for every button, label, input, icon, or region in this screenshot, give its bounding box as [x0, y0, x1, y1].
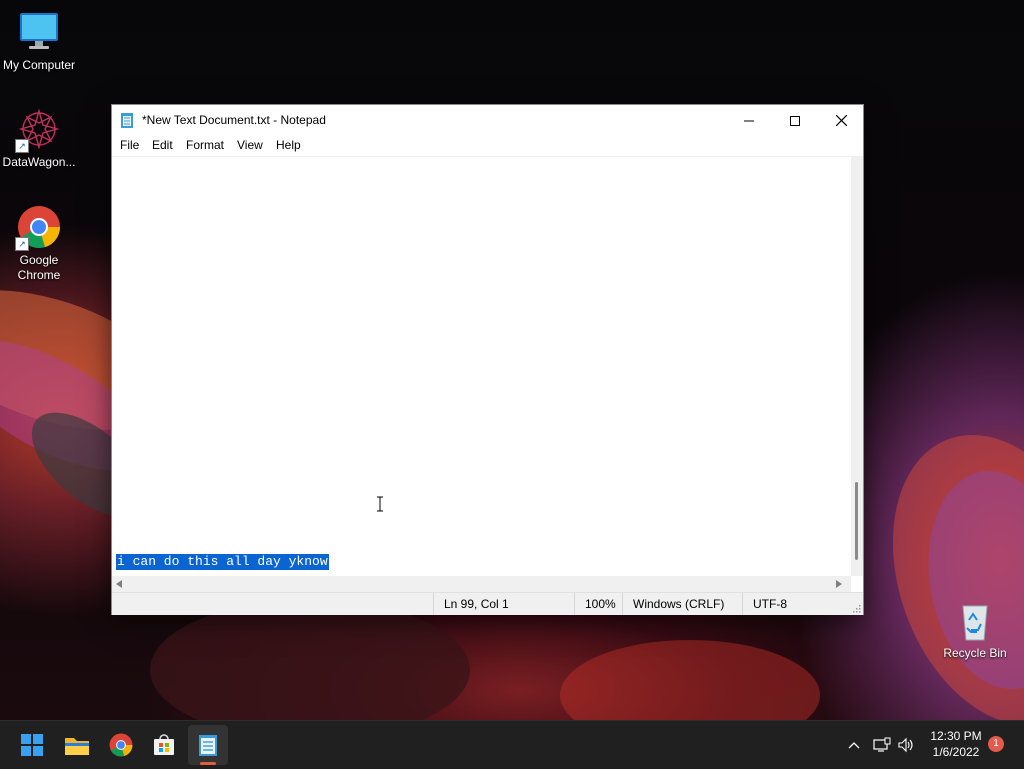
desktop-icon-my-computer[interactable]: My Computer	[0, 10, 78, 73]
close-button[interactable]	[818, 105, 864, 136]
minimize-icon	[744, 120, 754, 121]
desktop-icon-datawagon[interactable]: ↗ DataWagon...	[0, 107, 78, 170]
taskbar: 12:30 PM 1/6/2022	[0, 720, 1024, 769]
show-hidden-icons-button[interactable]	[844, 735, 864, 755]
notepad-icon	[199, 735, 217, 756]
maximize-button[interactable]	[772, 105, 818, 136]
minimize-button[interactable]	[726, 105, 772, 136]
notification-badge[interactable]: 1	[988, 736, 1004, 752]
desktop-icon-label: DataWagon...	[2, 155, 76, 169]
selected-text-line[interactable]: i can do this all day yknow	[116, 554, 329, 570]
resize-grip-icon[interactable]	[852, 604, 861, 613]
status-encoding: UTF-8	[742, 593, 813, 615]
desktop-icon-label: Recycle Bin	[943, 646, 1007, 660]
desktop-icon-label: Google Chrome	[17, 253, 61, 282]
speaker-icon	[898, 737, 913, 753]
clock-date: 1/6/2022	[932, 745, 980, 759]
desktop-icon-google-chrome[interactable]: ↗ Google Chrome	[0, 205, 78, 283]
clock-time: 12:30 PM	[930, 729, 982, 743]
title-bar[interactable]: *New Text Document.txt - Notepad	[112, 105, 863, 136]
status-zoom: 100%	[574, 593, 625, 615]
vertical-scrollbar-thumb[interactable]	[855, 482, 858, 560]
recycle-bin-icon	[953, 598, 997, 642]
horizontal-scrollbar[interactable]	[112, 576, 851, 592]
monitor-icon	[17, 10, 61, 54]
taskbar-notepad[interactable]	[188, 725, 228, 765]
menu-view[interactable]: View	[237, 138, 263, 152]
datawagon-icon: ↗	[15, 107, 61, 153]
network-icon	[873, 737, 891, 752]
scroll-right-icon[interactable]	[836, 580, 842, 588]
status-cursor-position: Ln 99, Col 1	[433, 593, 574, 615]
windows-logo-icon	[21, 734, 43, 756]
start-button[interactable]	[12, 725, 52, 765]
notepad-icon	[121, 112, 133, 128]
menu-bar: File Edit Format View Help	[112, 136, 863, 156]
system-clock[interactable]: 12:30 PM 1/6/2022	[920, 728, 992, 760]
window-title: *New Text Document.txt - Notepad	[142, 113, 326, 127]
taskbar-file-explorer[interactable]	[57, 725, 97, 765]
scroll-left-icon[interactable]	[116, 580, 122, 588]
text-editor-area[interactable]: i can do this all day yknow	[112, 156, 851, 577]
status-line-ending: Windows (CRLF)	[622, 593, 733, 615]
taskbar-store[interactable]	[144, 725, 184, 765]
store-icon	[154, 734, 174, 755]
chrome-icon: ↗	[15, 205, 61, 251]
vertical-scrollbar[interactable]	[851, 156, 863, 576]
desktop-icon-recycle-bin[interactable]: Recycle Bin	[936, 598, 1014, 661]
menu-file[interactable]: File	[120, 138, 139, 152]
active-app-indicator	[200, 762, 216, 765]
desktop-icon-label: My Computer	[2, 58, 76, 72]
shortcut-arrow-icon: ↗	[15, 139, 29, 153]
volume-button[interactable]	[896, 735, 916, 755]
menu-edit[interactable]: Edit	[152, 138, 173, 152]
chrome-icon	[109, 733, 133, 757]
folder-icon	[65, 738, 89, 755]
menu-format[interactable]: Format	[186, 138, 224, 152]
notepad-window[interactable]: *New Text Document.txt - Notepad File Ed…	[111, 104, 864, 615]
shortcut-arrow-icon: ↗	[15, 237, 29, 251]
text-cursor-icon	[377, 496, 383, 512]
close-icon	[835, 115, 847, 126]
network-button[interactable]	[872, 735, 892, 755]
chevron-up-icon	[848, 742, 860, 749]
maximize-icon	[790, 115, 800, 126]
menu-help[interactable]: Help	[276, 138, 301, 152]
taskbar-chrome[interactable]	[101, 725, 141, 765]
status-bar: Ln 99, Col 1 100% Windows (CRLF) UTF-8	[112, 592, 863, 615]
